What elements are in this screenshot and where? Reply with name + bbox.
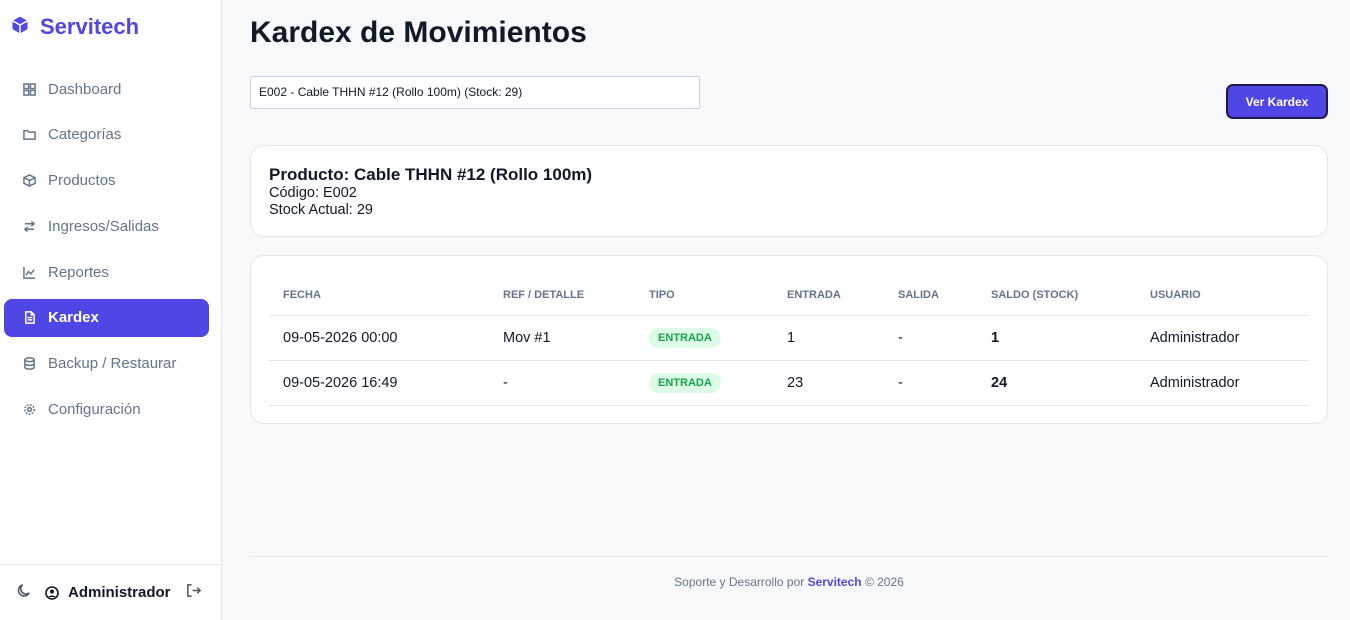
sidebar-item-label: Configuración [48,401,141,419]
page-footer: Soporte y Desarrollo por Servitech © 202… [250,556,1328,589]
box-logo-icon [10,15,30,40]
table-row: 09-05-2026 00:00 Mov #1 ENTRADA 1 - 1 Ad… [269,315,1309,361]
footer-prefix: Soporte y Desarrollo por [674,575,805,589]
sidebar-item-label: Backup / Restaurar [48,355,177,373]
cell-fecha: 09-05-2026 16:49 [269,360,489,406]
brand[interactable]: Servitech [10,14,139,40]
sidebar-item-kardex[interactable]: Kardex [4,298,209,337]
sidebar-item-configuracion[interactable]: Configuración [4,391,209,429]
box-icon [22,174,36,188]
tipo-badge: ENTRADA [649,327,721,348]
col-ref-detalle: REF / DETALLE [489,276,635,316]
product-title: Producto: Cable THHN #12 (Rollo 100m) [269,165,593,184]
folder-icon [22,128,36,142]
col-entrada: ENTRADA [773,276,884,316]
sidebar-item-ingresos-salidas[interactable]: Ingresos/Salidas [4,207,209,245]
brand-name: Servitech [40,14,140,39]
kardex-table: FECHA REF / DETALLE TIPO ENTRADA SALIDA … [269,276,1309,406]
sidebar-item-label: Ingresos/Salidas [48,217,159,235]
sidebar-item-productos[interactable]: Productos [4,162,209,200]
cell-tipo: ENTRADA [635,360,773,406]
product-info-card: Producto: Cable THHN #12 (Rollo 100m) Có… [250,145,1328,237]
sidebar-item-reportes[interactable]: Reportes [4,253,209,291]
gear-icon [22,403,36,417]
sidebar-item-categorias[interactable]: Categorías [4,116,209,154]
database-icon [22,357,36,371]
kardex-table-card: FECHA REF / DETALLE TIPO ENTRADA SALIDA … [250,255,1328,424]
cell-ref: - [489,360,635,406]
cell-entrada: 1 [773,315,884,361]
cell-fecha: 09-05-2026 00:00 [269,315,489,361]
footer-brand-link[interactable]: Servitech [808,575,862,589]
file-icon [22,311,36,325]
cell-entrada: 23 [773,360,884,406]
col-tipo: TIPO [635,276,773,316]
cell-ref: Mov #1 [489,315,635,361]
sidebar-item-label: Categorías [48,126,122,144]
moon-icon[interactable] [16,582,33,604]
col-saldo: SALDO (STOCK) [977,276,1136,316]
product-code: Código: E002 [269,185,357,201]
page-title: Kardex de Movimientos [250,16,587,49]
sidebar-item-dashboard[interactable]: Dashboard [4,70,209,108]
product-stock: Stock Actual: 29 [269,202,373,218]
sidebar-footer: Administrador [0,564,222,620]
cell-usuario: Administrador [1136,360,1309,406]
tipo-badge: ENTRADA [649,372,721,393]
table-row: 09-05-2026 16:49 - ENTRADA 23 - 24 Admin… [269,360,1309,406]
cell-salida: - [884,315,977,361]
col-fecha: FECHA [269,276,489,316]
cell-saldo: 24 [977,360,1136,406]
cell-usuario: Administrador [1136,315,1309,361]
footer-suffix: © 2026 [864,575,904,589]
col-salida: SALIDA [884,276,977,316]
sidebar: Servitech Dashboard Categorías Productos… [0,0,222,620]
sidebar-item-label: Productos [48,172,116,190]
cell-salida: - [884,360,977,406]
grid-icon [22,82,36,96]
col-usuario: USUARIO [1136,276,1309,316]
sidebar-item-label: Kardex [48,309,99,327]
sidebar-item-label: Reportes [48,263,109,281]
chart-icon [22,265,36,279]
product-select[interactable]: E002 - Cable THHN #12 (Rollo 100m) (Stoc… [250,76,700,109]
user-circle-icon [45,585,59,600]
sidebar-nav: Dashboard Categorías Productos Ingresos/… [4,70,209,436]
user-name: Administrador [68,584,171,601]
cell-tipo: ENTRADA [635,315,773,361]
arrows-icon [22,219,36,233]
ver-kardex-button[interactable]: Ver Kardex [1226,84,1328,119]
sidebar-item-label: Dashboard [48,80,122,98]
logout-icon[interactable] [185,582,202,604]
sidebar-item-backup[interactable]: Backup / Restaurar [4,345,209,383]
table-header-row: FECHA REF / DETALLE TIPO ENTRADA SALIDA … [269,276,1309,316]
cell-saldo: 1 [977,315,1136,361]
